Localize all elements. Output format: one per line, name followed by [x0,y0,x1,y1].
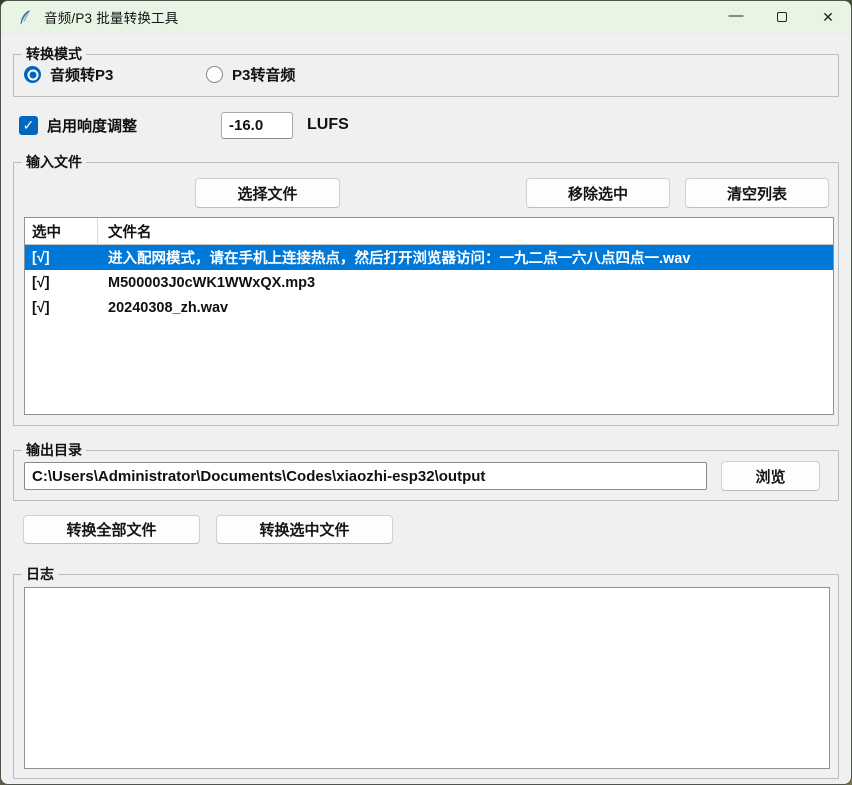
conversion-mode-group: 转换模式 音频转P3 P3转音频 [13,54,839,97]
radio-audio-to-p3[interactable]: 音频转P3 [24,64,206,85]
python-app-icon [17,9,34,26]
window-controls: — ✕ [713,1,851,33]
mode-radio-row: 音频转P3 P3转音频 [24,64,295,85]
table-row[interactable]: [√] 20240308_zh.wav [25,295,833,320]
output-dir-group: 输出目录 浏览 [13,450,839,501]
table-row[interactable]: [√] M500003J0cWK1WWxQX.mp3 [25,270,833,295]
file-table-header: 选中 文件名 [25,218,833,245]
row-check-cell: [√] [25,250,98,266]
app-window: 音频/P3 批量转换工具 — ✕ 转换模式 音频转P3 [0,0,852,785]
input-files-label: 输入文件 [22,153,86,171]
file-table: 选中 文件名 [√] 进入配网模式，请在手机上连接热点，然后打开浏览器访问：一九… [24,217,834,415]
row-filename-cell: M500003J0cWK1WWxQX.mp3 [98,275,833,291]
input-files-group: 输入文件 选择文件 移除选中 清空列表 选中 文件名 [√] 进入配网模式，请在… [13,162,839,426]
remove-selected-button[interactable]: 移除选中 [526,178,670,208]
loudness-checkbox[interactable]: ✓ [19,116,38,135]
close-button[interactable]: ✕ [805,1,851,33]
log-group: 日志 [13,574,839,779]
convert-all-button[interactable]: 转换全部文件 [23,515,200,544]
output-dir-label: 输出目录 [22,441,86,459]
browse-button[interactable]: 浏览 [721,461,820,491]
radio-selected-icon [24,66,41,83]
maximize-button[interactable] [759,1,805,33]
radio-unselected-icon [206,66,223,83]
clear-list-button[interactable]: 清空列表 [685,178,829,208]
check-icon: ✓ [23,118,35,132]
table-row[interactable]: [√] 进入配网模式，请在手机上连接热点，然后打开浏览器访问：一九二点一六八点四… [25,245,833,270]
radio-p3-to-audio[interactable]: P3转音频 [206,64,295,85]
row-filename-cell: 进入配网模式，请在手机上连接热点，然后打开浏览器访问：一九二点一六八点四点一.w… [98,247,833,268]
client-area: 转换模式 音频转P3 P3转音频 ✓ 启用响度调整 LUFS [1,34,852,785]
conversion-mode-label: 转换模式 [22,45,86,63]
row-check-cell: [√] [25,300,98,316]
log-label: 日志 [22,565,58,583]
minimize-button[interactable]: — [713,1,759,33]
minimize-icon: — [729,8,744,23]
output-path-input[interactable] [24,462,707,490]
maximize-icon [777,12,787,22]
row-filename-cell: 20240308_zh.wav [98,300,833,316]
column-header-checked[interactable]: 选中 [25,218,98,244]
loudness-checkbox-label: 启用响度调整 [47,115,137,136]
row-check-cell: [√] [25,275,98,291]
column-header-filename[interactable]: 文件名 [98,218,833,244]
window-title: 音频/P3 批量转换工具 [44,7,178,27]
lufs-unit-label: LUFS [307,116,349,134]
select-files-button[interactable]: 选择文件 [195,178,340,208]
close-icon: ✕ [822,10,834,24]
radio-audio-to-p3-label: 音频转P3 [50,64,113,85]
lufs-input[interactable] [221,112,293,139]
loudness-row: ✓ 启用响度调整 LUFS [19,111,839,139]
radio-p3-to-audio-label: P3转音频 [232,64,295,85]
convert-selected-button[interactable]: 转换选中文件 [216,515,393,544]
titlebar[interactable]: 音频/P3 批量转换工具 — ✕ [1,1,851,34]
log-textarea[interactable] [24,587,830,769]
